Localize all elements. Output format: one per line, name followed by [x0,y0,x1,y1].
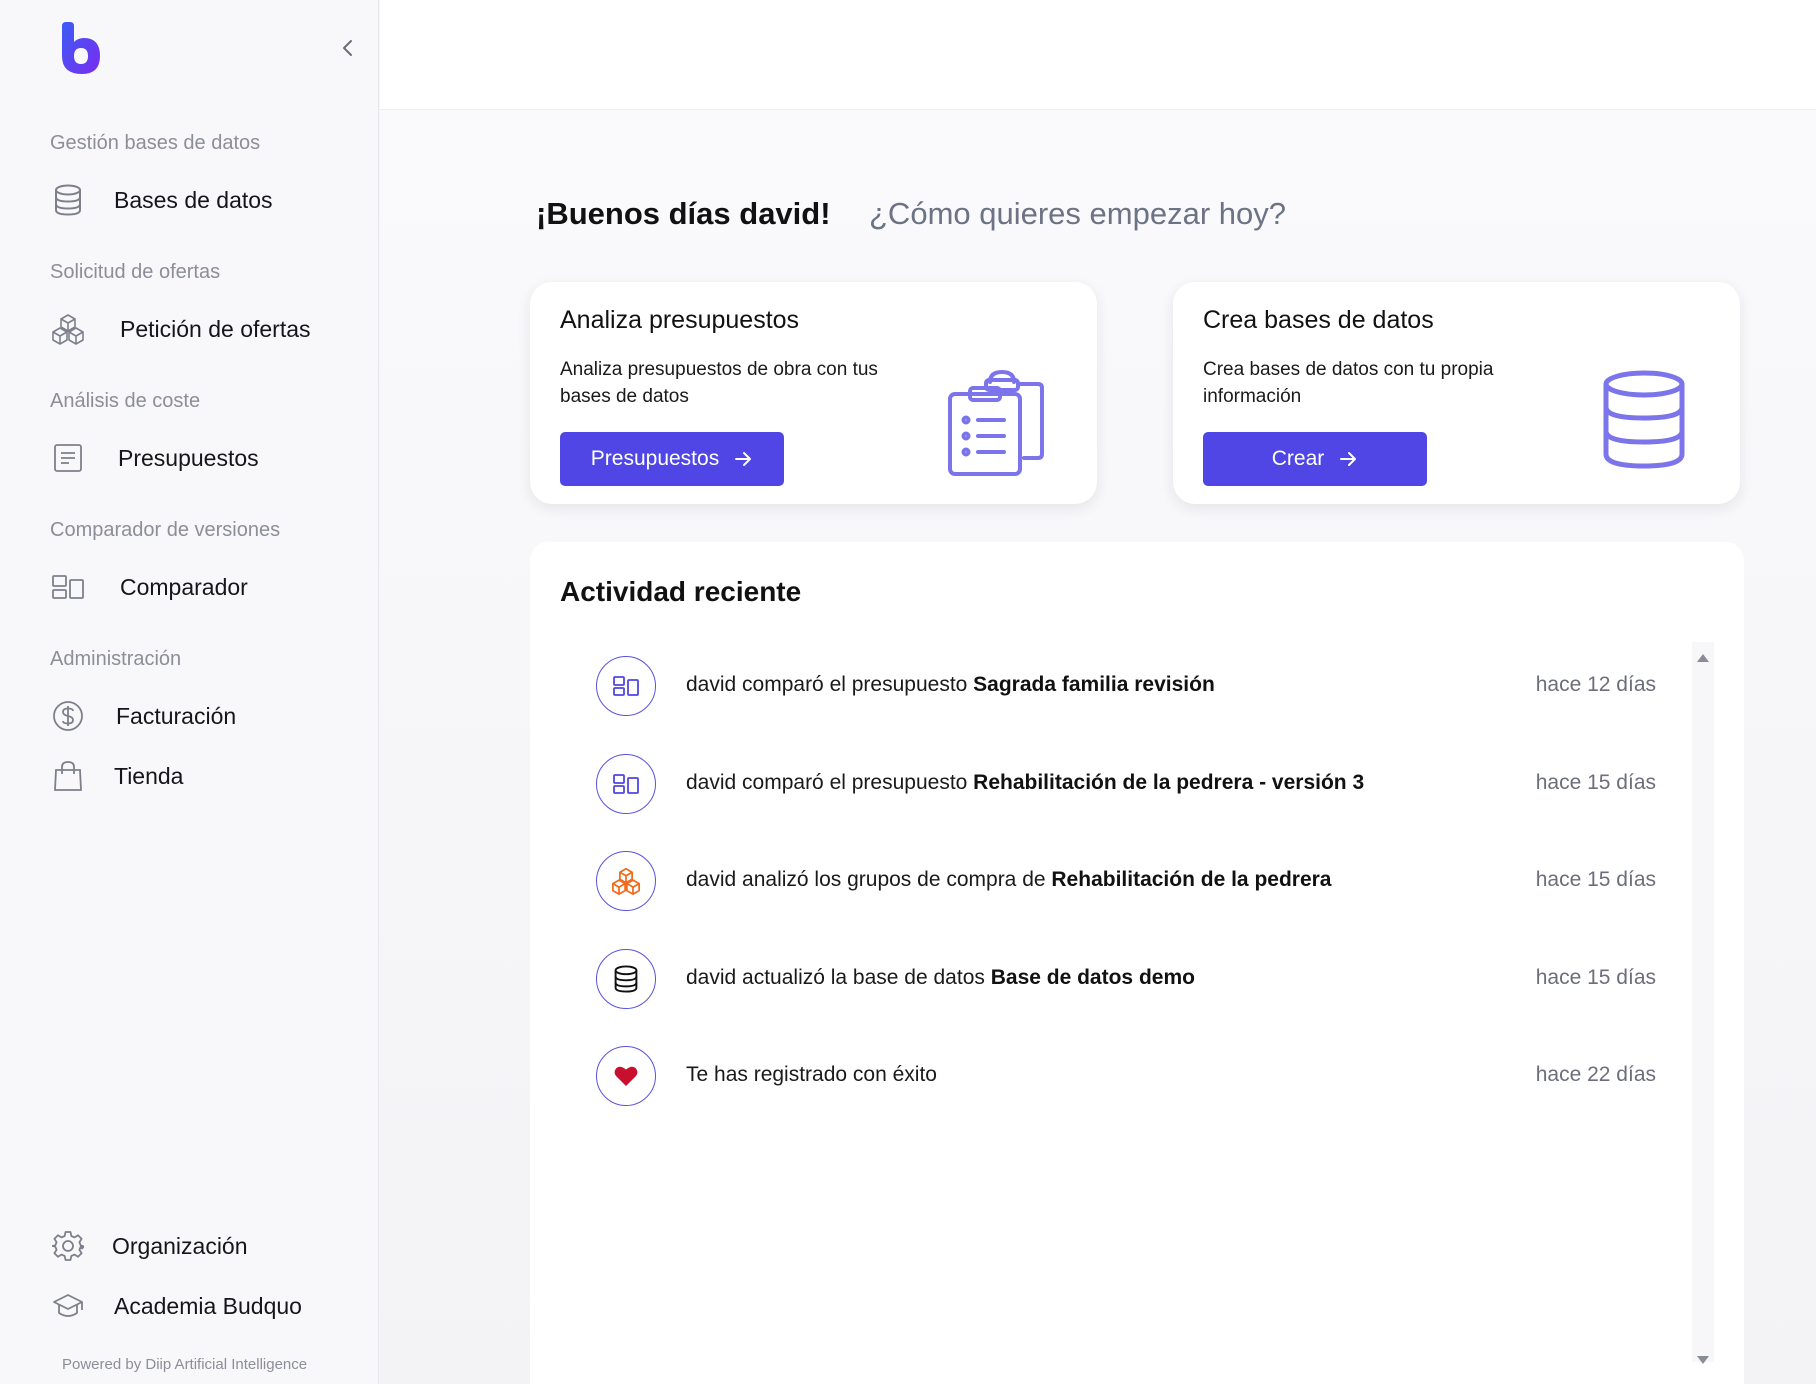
top-bar [380,0,1816,110]
section-title-solicitud: Solicitud de ofertas [50,261,221,283]
section-title-analisis: Análisis de coste [50,390,201,412]
crear-button[interactable]: Crear [1203,432,1427,486]
database-icon [50,182,86,218]
activity-time: hace 15 días [1535,771,1656,794]
card-description: Analiza presupuestos de obra con tus bas… [560,359,878,407]
cubes-icon [50,311,86,347]
database-icon [1601,370,1687,475]
sidebar-item-comparador[interactable]: Comparador [50,563,350,611]
activity-text: david analizó los grupos de compra de Re… [686,868,1332,891]
document-icon [50,440,86,476]
sidebar-item-label: Presupuestos [118,444,259,471]
collapse-sidebar-icon[interactable] [336,36,360,60]
activity-title: Actividad reciente [560,576,802,607]
activity-text: david actualizó la base de datos Base de… [686,966,1195,989]
card-crea-bases-de-datos: Crea bases de datos Crea bases de datos … [1173,282,1740,504]
clipboard-list-icon [946,368,1046,483]
card-analiza-presupuestos: Analiza presupuestos Analiza presupuesto… [530,282,1097,504]
greeting-subtitle: ¿Cómo quieres empezar hoy? [869,196,1286,231]
arrow-right-icon [1338,449,1358,469]
sidebar-item-label: Bases de datos [114,186,273,213]
sidebar-item-label: Organización [112,1232,248,1259]
section-title-gestion: Gestión bases de datos [50,132,261,154]
graduation-cap-icon [50,1288,86,1324]
recent-activity-panel: Actividad reciente david comparó el pres… [530,542,1744,1384]
presupuestos-button[interactable]: Presupuestos [560,432,784,486]
section-title-comparador: Comparador de versiones [50,519,281,541]
activity-text: david comparó el presupuesto Rehabilitac… [686,771,1365,794]
activity-time: hace 12 días [1535,673,1656,696]
scroll-down-icon[interactable] [1696,1352,1710,1364]
activity-text: Te has registrado con éxito [686,1063,937,1086]
activity-row[interactable]: Te has registrado con éxito hace 22 días [596,1046,1656,1106]
dollar-icon [50,698,86,734]
activity-text: david comparó el presupuesto Sagrada fam… [686,673,1215,696]
card-title: Analiza presupuestos [560,306,800,334]
sidebar-item-academia-budquo[interactable]: Academia Budquo [50,1282,350,1330]
activity-scrollbar[interactable] [1692,642,1714,1362]
activity-subject[interactable]: Rehabilitación de la pedrera [1051,868,1331,891]
database-icon [596,949,656,1009]
activity-row[interactable]: david comparó el presupuesto Rehabilitac… [596,754,1656,814]
activity-subject[interactable]: Sagrada familia revisión [973,673,1215,696]
sidebar-item-label: Facturación [116,702,237,729]
card-description: Crea bases de datos con tu propia inform… [1203,359,1494,407]
activity-row[interactable]: david comparó el presupuesto Sagrada fam… [596,656,1656,716]
arrow-right-icon [733,449,753,469]
heart-icon [596,1046,656,1106]
sidebar-item-facturacion[interactable]: Facturación [50,692,350,740]
greeting-title: ¡Buenos días david! [536,196,831,231]
activity-time: hace 22 días [1535,1063,1656,1086]
sidebar-item-presupuestos[interactable]: Presupuestos [50,434,350,482]
sidebar-item-peticion-de-ofertas[interactable]: Petición de ofertas [50,305,350,353]
compare-icon [596,754,656,814]
section-title-administracion: Administración [50,648,182,670]
button-label: Presupuestos [590,447,720,470]
sidebar-item-label: Petición de ofertas [120,315,311,342]
sidebar-item-bases-de-datos[interactable]: Bases de datos [50,176,350,224]
budquo-logo[interactable] [58,22,104,78]
button-label: Crear [1271,447,1325,470]
compare-icon [596,656,656,716]
sidebar: Gestión bases de datos Bases de datos So… [0,0,379,1384]
cubes-icon [596,851,656,911]
activity-time: hace 15 días [1535,868,1656,891]
sidebar-item-organizacion[interactable]: Organización [50,1222,350,1270]
compare-icon [50,569,86,605]
activity-subject[interactable]: Rehabilitación de la pedrera - versión 3 [973,771,1364,794]
scroll-up-icon[interactable] [1696,650,1710,662]
activity-row[interactable]: david actualizó la base de datos Base de… [596,949,1656,1009]
activity-row[interactable]: david analizó los grupos de compra de Re… [596,851,1656,911]
card-title: Crea bases de datos [1203,306,1434,334]
activity-subject[interactable]: Base de datos demo [991,966,1195,989]
powered-by-text: Powered by Diip Artificial Intelligence [62,1356,308,1373]
sidebar-item-label: Comparador [120,573,248,600]
sidebar-item-label: Tienda [114,762,184,789]
gear-icon [50,1228,86,1264]
shopping-bag-icon [50,758,86,794]
activity-time: hace 15 días [1535,966,1656,989]
sidebar-item-label: Academia Budquo [114,1292,302,1319]
sidebar-item-tienda[interactable]: Tienda [50,752,350,800]
